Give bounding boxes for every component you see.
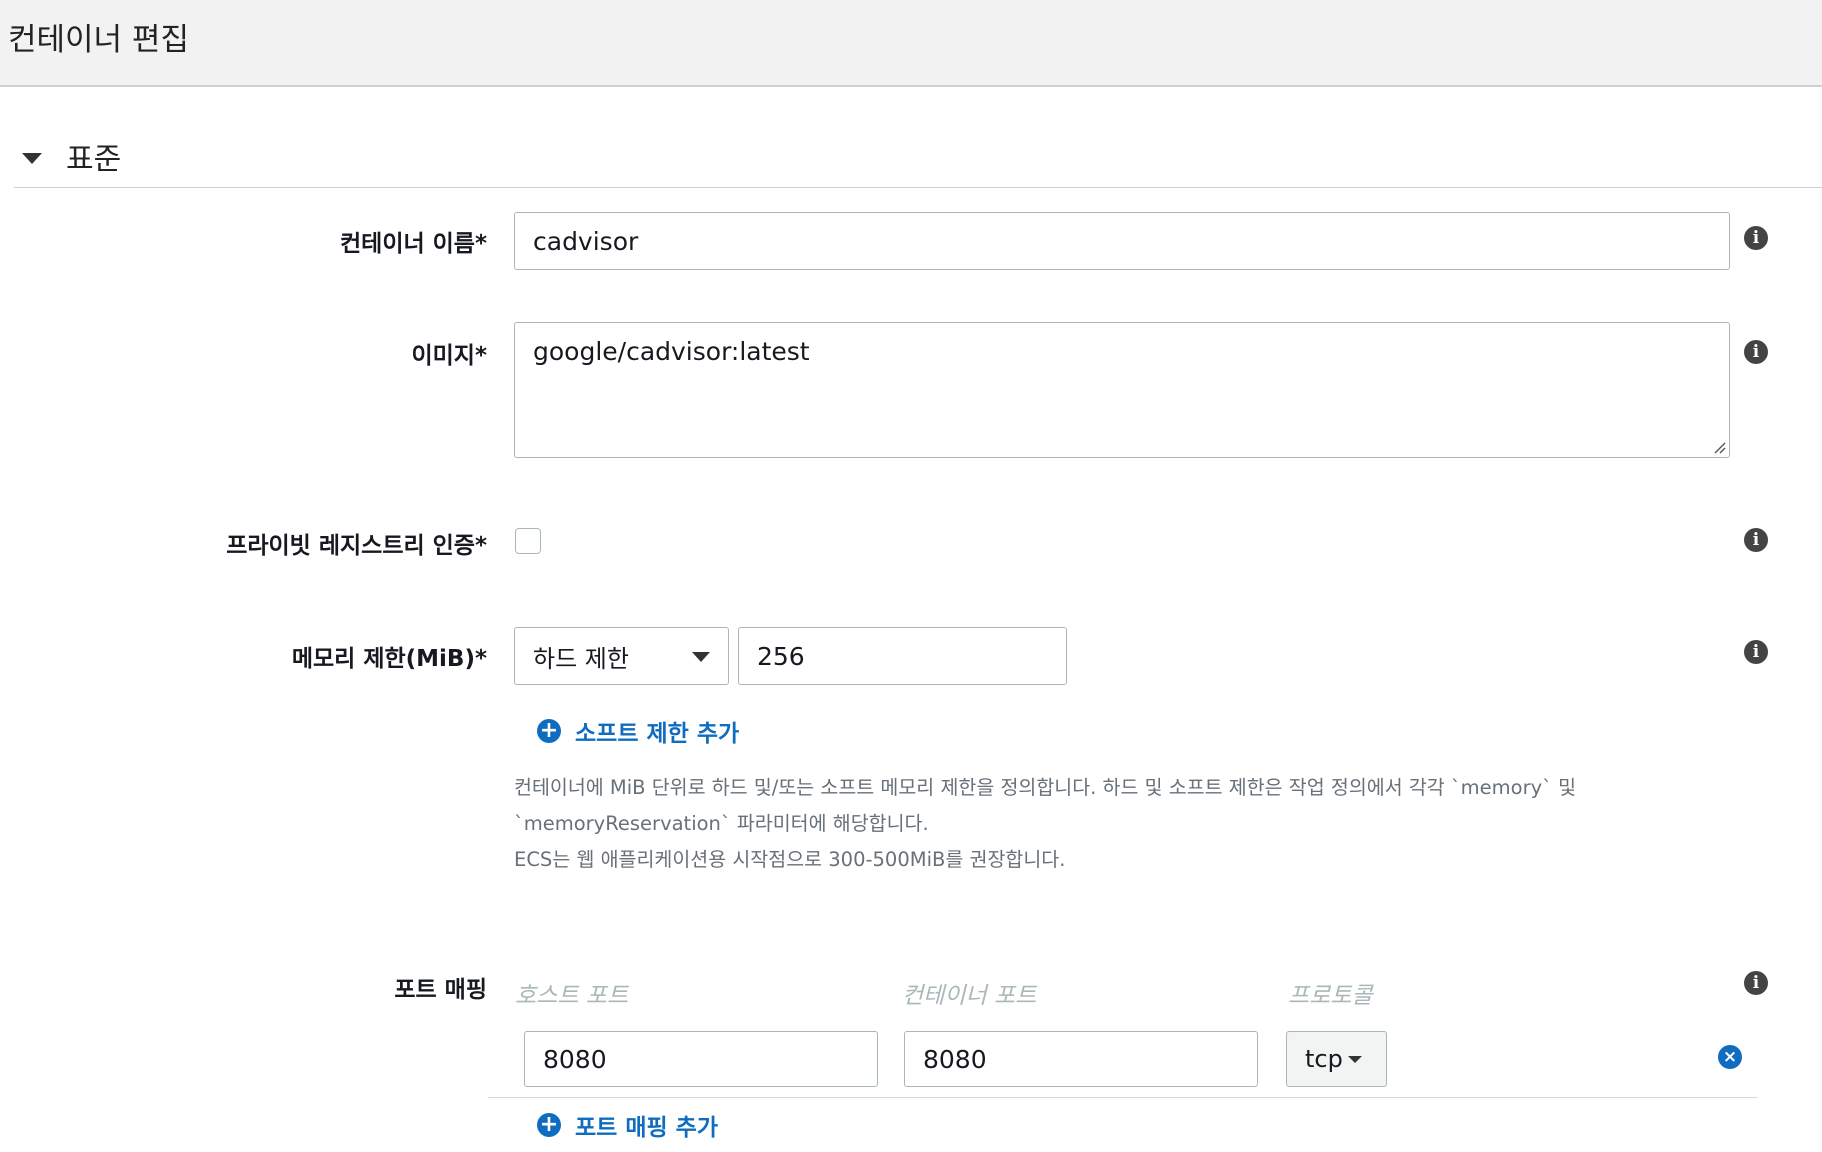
page-header: 컨테이너 편집 [0, 0, 1822, 87]
protocol-dropdown[interactable]: tcp [1286, 1031, 1387, 1087]
add-port-mapping-label: 포트 매핑 추가 [575, 1115, 718, 1141]
plus-circle-icon: + [537, 1113, 561, 1137]
private-registry-checkbox[interactable] [515, 528, 541, 554]
memory-info-icon[interactable]: i [1744, 640, 1768, 664]
image-value: google/cadvisor:latest [533, 337, 810, 366]
port-mapping-divider [488, 1097, 1758, 1098]
resize-grip-icon[interactable] [1712, 440, 1726, 454]
container-port-input[interactable]: 8080 [904, 1031, 1258, 1087]
page-title: 컨테이너 편집 [8, 22, 189, 58]
caret-down-icon [1348, 1056, 1362, 1063]
memory-help-line-3: ECS는 웹 애플리케이션용 시작점으로 300-500MiB를 권장합니다. [514, 848, 1066, 871]
image-textarea[interactable]: google/cadvisor:latest [514, 322, 1730, 458]
container-port-column-header: 컨테이너 포트 [902, 983, 1037, 1009]
section-standard-toggle[interactable]: 표준 [14, 124, 1822, 188]
container-name-info-icon[interactable]: i [1744, 226, 1768, 250]
caret-down-icon [692, 652, 710, 662]
add-soft-limit-link[interactable]: + 소프트 제한 추가 [537, 714, 739, 748]
port-mapping-info-icon[interactable]: i [1744, 971, 1768, 995]
port-mapping-label: 포트 매핑 [394, 977, 487, 1003]
private-registry-info-icon[interactable]: i [1744, 528, 1768, 552]
caret-down-icon [22, 153, 42, 164]
image-label: 이미지* [411, 343, 487, 369]
protocol-column-header: 프로토콜 [1288, 983, 1373, 1009]
private-registry-label: 프라이빗 레지스트리 인증* [226, 533, 487, 559]
plus-circle-icon: + [537, 719, 561, 743]
protocol-value: tcp [1305, 1045, 1343, 1073]
container-name-input[interactable]: cadvisor [514, 212, 1730, 270]
host-port-column-header: 호스트 포트 [515, 983, 629, 1009]
remove-port-mapping-icon[interactable]: × [1718, 1045, 1742, 1069]
memory-limit-label: 메모리 제한(MiB)* [291, 646, 487, 672]
section-title: 표준 [66, 142, 122, 177]
memory-help-line-1: 컨테이너에 MiB 단위로 하드 및/또는 소프트 메모리 제한을 정의합니다.… [514, 776, 1577, 799]
memory-help-line-2: `memoryReservation` 파라미터에 해당합니다. [514, 812, 929, 835]
add-soft-limit-label: 소프트 제한 추가 [575, 721, 740, 747]
memory-limit-type-value: 하드 제한 [533, 644, 629, 673]
memory-help-text: 컨테이너에 MiB 단위로 하드 및/또는 소프트 메모리 제한을 정의합니다.… [514, 770, 1654, 878]
image-info-icon[interactable]: i [1744, 340, 1768, 364]
container-name-label: 컨테이너 이름* [340, 231, 487, 257]
host-port-input[interactable]: 8080 [524, 1031, 878, 1087]
memory-limit-type-select[interactable]: 하드 제한 [514, 627, 729, 685]
memory-limit-input[interactable]: 256 [738, 627, 1067, 685]
add-port-mapping-link[interactable]: + 포트 매핑 추가 [537, 1108, 718, 1142]
